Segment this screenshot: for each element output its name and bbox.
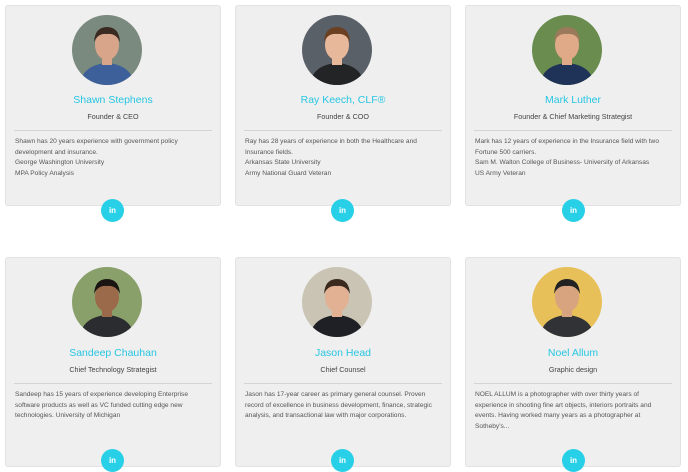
member-role: Founder & Chief Marketing Strategist: [513, 112, 633, 121]
avatar: [532, 267, 602, 337]
team-card: Noel Allum Graphic design NOEL ALLUM is …: [465, 257, 681, 467]
avatar: [72, 267, 142, 337]
portrait-photo: [72, 15, 142, 85]
linkedin-icon[interactable]: in: [101, 449, 124, 472]
member-bio: NOEL ALLUM is a photographer with over t…: [475, 390, 672, 432]
member-bio: Sandeep has 15 years of experience devel…: [15, 390, 212, 422]
bio-line: Ray has 28 years of experience in both t…: [245, 138, 417, 156]
divider: [244, 383, 442, 384]
bio-line: Sam M. Walton College of Business- Unive…: [475, 159, 650, 166]
divider: [474, 130, 672, 131]
member-bio: Mark has 12 years of experience in the I…: [475, 137, 672, 179]
divider: [14, 130, 212, 131]
bio-line: Mark has 12 years of experience in the I…: [475, 138, 659, 156]
member-role: Founder & CEO: [87, 112, 139, 121]
member-name: Jason Head: [314, 347, 372, 359]
member-bio: Ray has 28 years of experience in both t…: [245, 137, 442, 179]
bio-line: Arkansas State University: [245, 159, 321, 166]
divider: [244, 130, 442, 131]
member-role: Chief Technology Strategist: [69, 365, 157, 374]
linkedin-icon[interactable]: in: [562, 449, 585, 472]
team-card: Ray Keech, CLF® Founder & COO Ray has 28…: [235, 5, 451, 206]
divider: [474, 383, 672, 384]
member-bio: Shawn has 20 years experience with gover…: [15, 137, 212, 179]
member-role: Chief Counsel: [320, 365, 366, 374]
portrait-photo: [302, 15, 372, 85]
linkedin-icon[interactable]: in: [331, 199, 354, 222]
portrait-photo: [302, 267, 372, 337]
member-bio: Jason has 17-year career as primary gene…: [245, 390, 442, 422]
avatar: [72, 15, 142, 85]
avatar: [532, 15, 602, 85]
member-name: Sandeep Chauhan: [69, 347, 157, 359]
portrait-photo: [72, 267, 142, 337]
portrait-photo: [532, 267, 602, 337]
divider: [14, 383, 212, 384]
bio-line: NOEL ALLUM is a photographer with over t…: [475, 391, 652, 430]
member-name: Noel Allum: [547, 347, 599, 359]
team-card: Mark Luther Founder & Chief Marketing St…: [465, 5, 681, 206]
team-card: Sandeep Chauhan Chief Technology Strateg…: [5, 257, 221, 467]
linkedin-icon[interactable]: in: [101, 199, 124, 222]
member-role: Graphic design: [548, 365, 598, 374]
avatar: [302, 15, 372, 85]
team-card: Shawn Stephens Founder & CEO Shawn has 2…: [5, 5, 221, 206]
bio-line: Army National Guard Veteran: [245, 169, 332, 177]
portrait-photo: [532, 15, 602, 85]
bio-line: Sandeep has 15 years of experience devel…: [15, 391, 189, 419]
member-name: Mark Luther: [544, 94, 602, 106]
member-role: Founder & COO: [317, 112, 369, 121]
bio-line: Jason has 17-year career as primary gene…: [245, 391, 432, 419]
bio-line: George Washington University: [15, 159, 105, 166]
bio-line: Shawn has 20 years experience with gover…: [15, 138, 178, 156]
bio-line: US Army Veteran: [475, 169, 526, 177]
member-name: Shawn Stephens: [73, 94, 153, 106]
team-card: Jason Head Chief Counsel Jason has 17-ye…: [235, 257, 451, 467]
avatar: [302, 267, 372, 337]
member-name: Ray Keech, CLF®: [300, 94, 386, 106]
linkedin-icon[interactable]: in: [331, 449, 354, 472]
linkedin-icon[interactable]: in: [562, 199, 585, 222]
bio-line: MPA Policy Analysis: [15, 169, 74, 177]
